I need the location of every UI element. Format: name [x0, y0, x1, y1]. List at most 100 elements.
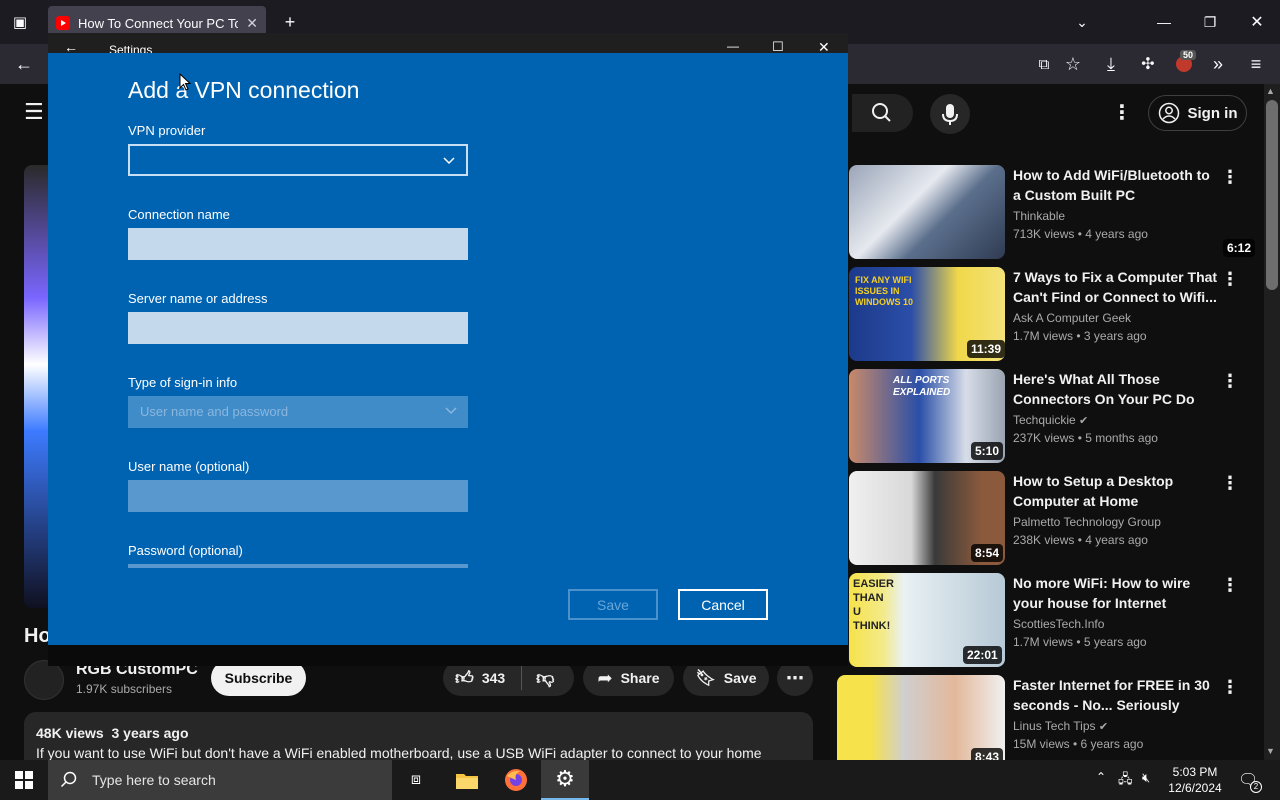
thumbs-up-icon: 👍︎: [455, 668, 474, 688]
video-duration: 11:39: [967, 340, 1006, 358]
channel-avatar[interactable]: [24, 660, 64, 700]
video-duration: 8:54: [971, 544, 1004, 562]
recommended-meta: 15M views • 6 years ago: [1013, 737, 1144, 751]
settings-taskbar-icon[interactable]: ⚙: [541, 760, 589, 800]
tab-list-icon[interactable]: ▣: [2, 4, 38, 40]
like-count: 343: [481, 670, 506, 686]
username-input[interactable]: [128, 480, 468, 512]
settings-minimize-icon[interactable]: —: [727, 39, 739, 53]
verified-check-icon: ✔: [1098, 721, 1109, 733]
recommended-title[interactable]: Faster Internet for FREE in 30 seconds -…: [1013, 675, 1218, 715]
volume-muted-icon[interactable]: 🔇︎: [1142, 770, 1150, 786]
cancel-button[interactable]: Cancel: [678, 589, 768, 620]
search-icon: [872, 103, 891, 122]
recommended-meta: 238K views • 4 years ago: [1013, 533, 1148, 547]
more-options-icon[interactable]: ⋮: [1221, 167, 1239, 188]
clock-time: 5:03 PM: [1172, 765, 1218, 779]
recommended-video[interactable]: 8:54 How to Setup a Desktop Computer at …: [849, 471, 1259, 567]
recommended-channel-name: Techquickie: [1013, 413, 1076, 427]
server-address-label: Server name or address: [128, 291, 268, 306]
youtube-menu-icon[interactable]: ☰: [24, 99, 44, 125]
voice-search-button[interactable]: [930, 94, 970, 134]
recommended-video[interactable]: FIX ANY WIFI ISSUES IN WINDOWS 10 11:39 …: [849, 267, 1259, 363]
youtube-favicon-icon: [56, 16, 70, 30]
close-tab-icon[interactable]: ✕: [246, 15, 258, 32]
search-icon: [60, 771, 77, 788]
share-label: Share: [620, 670, 660, 686]
list-all-tabs-chevron-icon[interactable]: ⌄: [1064, 4, 1100, 40]
account-icon: [1158, 102, 1179, 124]
firefox-icon[interactable]: [492, 760, 540, 800]
dislike-button[interactable]: 👎︎: [536, 667, 554, 689]
recommended-channel[interactable]: ScottiesTech.Info: [1013, 617, 1104, 631]
extension-badge: 50: [1180, 50, 1197, 60]
save-video-label: Save: [723, 670, 757, 686]
sign-in-button[interactable]: Sign in: [1148, 95, 1247, 131]
more-options-icon[interactable]: ⋮: [1221, 371, 1239, 392]
thumbnail-text: EASIER THAN U THINK!: [853, 578, 894, 632]
thumbs-down-icon: 👎︎: [536, 668, 555, 688]
scroll-up-arrow-icon[interactable]: ▲: [1266, 86, 1275, 96]
overflow-chevrons-icon[interactable]: »: [1200, 46, 1236, 82]
connection-name-input[interactable]: [128, 228, 468, 260]
clock-date: 12/6/2024: [1168, 781, 1222, 795]
recommended-channel[interactable]: Ask A Computer Geek: [1013, 311, 1131, 325]
file-explorer-icon[interactable]: [443, 760, 491, 800]
signin-type-value: User name and password: [140, 404, 289, 419]
youtube-settings-dots-icon[interactable]: ⋮: [1112, 100, 1132, 125]
save-button[interactable]: Save: [568, 589, 658, 620]
recommended-channel[interactable]: Palmetto Technology Group: [1013, 515, 1161, 529]
chevron-down-icon: [443, 157, 455, 165]
back-arrow-icon[interactable]: ←: [6, 46, 42, 82]
recommended-video[interactable]: 6:12 How to Add WiFi/Bluetooth to a Cust…: [849, 165, 1259, 261]
recommended-channel[interactable]: Thinkable: [1013, 209, 1065, 223]
task-view-icon[interactable]: ⧈: [392, 760, 440, 800]
close-browser-icon[interactable]: ✕: [1239, 4, 1275, 40]
browser-tab-title: How To Connect Your PC To Th: [78, 15, 239, 31]
sign-in-label: Sign in: [1187, 104, 1238, 122]
recommended-channel-name: Linus Tech Tips: [1013, 719, 1096, 733]
video-duration: 5:10: [971, 442, 1004, 460]
taskbar-search-box[interactable]: Type here to search: [48, 760, 392, 800]
recommended-video[interactable]: ALL PORTS EXPLAINED 5:10 Here's What All…: [849, 369, 1259, 465]
like-button[interactable]: 👍︎ 343: [455, 667, 505, 689]
minimize-browser-icon[interactable]: —: [1146, 4, 1182, 40]
video-thumbnail[interactable]: [849, 165, 1005, 259]
recommended-channel[interactable]: Techquickie ✔: [1013, 413, 1088, 427]
signin-type-dropdown[interactable]: User name and password: [128, 396, 468, 428]
recommended-video[interactable]: EASIER THAN U THINK! 22:01 No more WiFi:…: [849, 573, 1259, 669]
youtube-search-button[interactable]: [852, 94, 913, 132]
more-options-icon[interactable]: ⋮: [1221, 269, 1239, 290]
scrollbar-thumb[interactable]: [1266, 100, 1278, 290]
bookmark-icon: 🔖︎: [695, 670, 716, 687]
password-input[interactable]: [128, 564, 468, 568]
recommended-title[interactable]: 7 Ways to Fix a Computer That Can't Find…: [1013, 267, 1218, 307]
more-options-icon[interactable]: ⋮: [1221, 677, 1239, 698]
bookmark-star-icon[interactable]: ☆: [1055, 46, 1091, 82]
recommended-video[interactable]: 8:43 Faster Internet for FREE in 30 seco…: [837, 675, 1259, 771]
scroll-down-arrow-icon[interactable]: ▼: [1266, 746, 1275, 756]
taskbar-clock[interactable]: 5:03 PM 12/6/2024: [1165, 764, 1225, 796]
recommended-channel[interactable]: Linus Tech Tips ✔: [1013, 719, 1108, 733]
vpn-provider-dropdown[interactable]: [128, 144, 468, 176]
server-address-input[interactable]: [128, 312, 468, 344]
subscriber-count: 1.97K subscribers: [76, 682, 173, 696]
extensions-puzzle-icon[interactable]: ✣: [1130, 46, 1166, 82]
notification-count: 2: [1250, 781, 1262, 793]
recommended-title[interactable]: No more WiFi: How to wire your house for…: [1013, 573, 1218, 613]
video-player[interactable]: [24, 165, 48, 608]
signin-type-label: Type of sign-in info: [128, 375, 238, 390]
app-menu-hamburger-icon[interactable]: ≡: [1238, 46, 1274, 82]
network-icon[interactable]: 🖧︎: [1118, 770, 1133, 792]
mouse-cursor-icon: [179, 73, 191, 91]
recommended-title[interactable]: Here's What All Those Connectors On Your…: [1013, 369, 1218, 409]
start-button[interactable]: [0, 760, 48, 800]
restore-browser-icon[interactable]: ❐: [1192, 4, 1228, 40]
downloads-icon[interactable]: ⤓: [1093, 46, 1129, 82]
more-options-icon[interactable]: ⋮: [1221, 473, 1239, 494]
show-hidden-icons-chevron-icon[interactable]: ⌃: [1096, 770, 1106, 784]
recommended-title[interactable]: How to Setup a Desktop Computer at Home: [1013, 471, 1218, 511]
dialog-heading: Add a VPN connection: [128, 77, 360, 103]
more-options-icon[interactable]: ⋮: [1221, 575, 1239, 596]
recommended-title[interactable]: How to Add WiFi/Bluetooth to a Custom Bu…: [1013, 165, 1218, 205]
